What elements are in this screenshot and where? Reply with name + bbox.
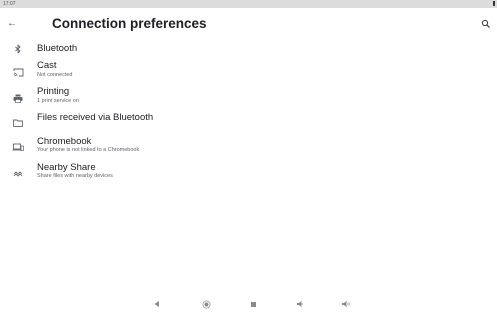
volume-down-icon [296, 301, 303, 307]
list-item-printing[interactable]: Printing 1 print service on [0, 84, 497, 111]
list-item-title: Files received via Bluetooth [37, 112, 154, 123]
search-icon [481, 19, 490, 28]
volume-down-button[interactable] [295, 299, 305, 309]
list-item-chromebook[interactable]: Chromebook Your phone is not linked to a… [0, 132, 497, 162]
preference-list: Bluetooth Cast Not connected Printing 1 … [0, 40, 497, 190]
nav-recents-button[interactable] [248, 299, 258, 309]
status-bar: 17:07 [0, 0, 497, 8]
battery-icon [493, 1, 495, 6]
list-item-subtitle: Not connected [37, 72, 73, 78]
list-item-cast[interactable]: Cast Not connected [0, 58, 497, 84]
list-item-subtitle: Your phone is not linked to a Chromebook [37, 147, 140, 153]
volume-up-icon [342, 301, 350, 307]
page-title: Connection preferences [52, 16, 207, 31]
status-time: 17:07 [3, 1, 16, 7]
cast-icon [12, 66, 24, 78]
nearby-share-icon [12, 168, 24, 180]
volume-up-button[interactable] [341, 299, 351, 309]
list-item-bluetooth[interactable]: Bluetooth [0, 40, 497, 58]
back-button[interactable]: ← [4, 17, 20, 31]
chromebook-icon [12, 141, 24, 153]
printer-icon [12, 92, 24, 104]
navigation-bar [0, 296, 497, 312]
home-circle-icon [202, 300, 210, 308]
list-item-nearby-share[interactable]: Nearby Share Share files with nearby dev… [0, 162, 497, 190]
list-item-subtitle: Share files with nearby devices [37, 173, 113, 179]
search-button[interactable] [479, 17, 493, 31]
list-item-subtitle: 1 print service on [37, 98, 79, 104]
list-item-title: Bluetooth [37, 43, 78, 54]
list-item-title: Printing [37, 86, 70, 97]
bluetooth-icon [12, 43, 24, 55]
nav-back-button[interactable] [152, 299, 162, 309]
list-item-title: Cast [37, 60, 57, 71]
app-bar: ← Connection preferences [0, 8, 497, 40]
list-item-files-received[interactable]: Files received via Bluetooth [0, 111, 497, 132]
folder-icon [12, 117, 24, 129]
nav-home-button[interactable] [201, 299, 211, 309]
back-triangle-icon [154, 301, 159, 307]
recents-square-icon [250, 301, 256, 307]
arrow-back-icon: ← [7, 18, 17, 29]
